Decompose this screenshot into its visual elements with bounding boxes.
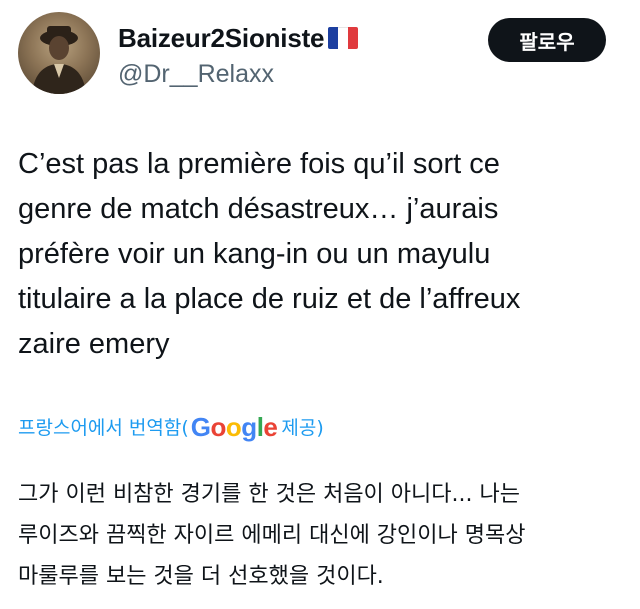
user-info: Baizeur2Sioniste @Dr__Relaxx bbox=[118, 22, 359, 89]
france-flag-icon bbox=[328, 27, 359, 49]
tweet-text: C’est pas la première fois qu’il sort ce… bbox=[18, 148, 521, 360]
google-logo-letter: o bbox=[210, 411, 227, 442]
user-handle[interactable]: @Dr__Relaxx bbox=[118, 60, 358, 89]
flag-stripe-white bbox=[338, 27, 349, 49]
provided-by-label: 제공) bbox=[281, 416, 324, 439]
tweet-header: Baizeur2Sioniste @Dr__Relaxx 팔로우 bbox=[0, 0, 640, 110]
display-name-row: Baizeur2Sioniste bbox=[118, 22, 359, 54]
google-logo-letter: G bbox=[190, 411, 211, 442]
google-logo-letter: o bbox=[225, 411, 242, 442]
flag-stripe-red bbox=[348, 27, 359, 49]
avatar-photo-icon bbox=[32, 26, 86, 94]
flag-stripe-blue bbox=[328, 27, 339, 49]
translated-by-link[interactable]: 프랑스어에서 번역함( Google 제공) bbox=[18, 408, 324, 444]
display-name[interactable]: Baizeur2Sioniste bbox=[118, 23, 325, 54]
translated-tweet-text: 그가 이런 비참한 경기를 한 것은 처음이 아니다... 나는 루이즈와 끔찍… bbox=[18, 482, 526, 589]
avatar[interactable] bbox=[18, 12, 100, 94]
google-logo-letter: e bbox=[263, 411, 278, 442]
translated-from-label: 프랑스어에서 번역함( bbox=[18, 416, 189, 439]
follow-button[interactable]: 팔로우 bbox=[488, 18, 606, 62]
google-logo-letter: g bbox=[241, 411, 257, 442]
google-logo: Google bbox=[191, 412, 278, 443]
